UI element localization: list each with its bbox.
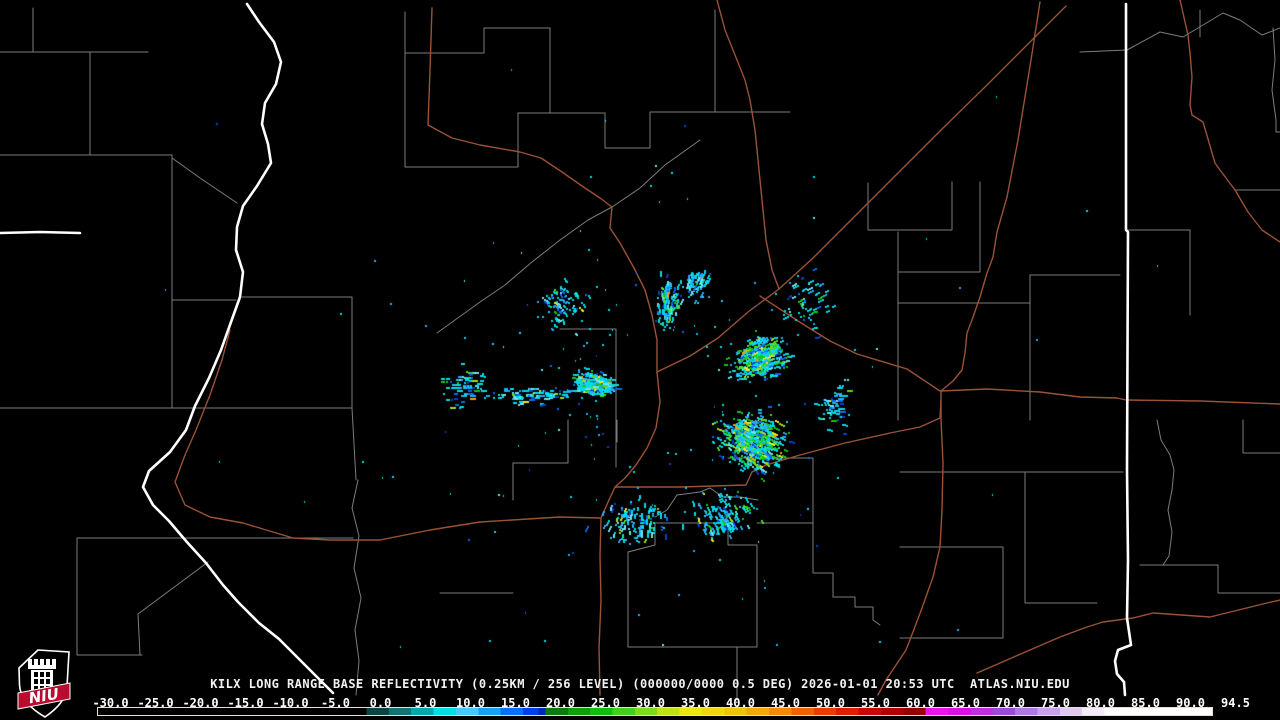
niu-logo: NIU: [17, 649, 71, 718]
scale-tick-label: 20.0: [546, 696, 575, 710]
radar-echoes: [0, 0, 1280, 720]
reflectivity-scale: -30.0 -25.0 -20.0 -15.0 -10.0 -5.0 0.0 5.0 10.0 1…: [0, 670, 1280, 720]
scale-tick-label: 35.0: [681, 696, 710, 710]
scale-tick-label: -10.0: [272, 696, 309, 710]
scale-tick-label: -25.0: [137, 696, 174, 710]
scale-tick-label: 90.0: [1176, 696, 1205, 710]
scale-tick-label: 15.0: [501, 696, 530, 710]
scale-tick-label: 80.0: [1086, 696, 1115, 710]
legend-footer: KILX LONG RANGE BASE REFLECTIVITY (0.25K…: [0, 670, 1280, 720]
scale-tick-label: 0.0: [369, 696, 392, 710]
scale-tick-label: 60.0: [906, 696, 935, 710]
scale-tick-label: 30.0: [636, 696, 665, 710]
scale-tick-label: -20.0: [182, 696, 219, 710]
scale-tick-label: 50.0: [816, 696, 845, 710]
scale-tick-label: 10.0: [456, 696, 485, 710]
scale-tick-label: -15.0: [227, 696, 264, 710]
scale-tick-label: 94.5: [1221, 696, 1250, 710]
scale-tick-label: 40.0: [726, 696, 755, 710]
scale-tick-label: 5.0: [414, 696, 437, 710]
scale-tick-label: 75.0: [1041, 696, 1070, 710]
scale-tick-label: 25.0: [591, 696, 620, 710]
radar-display: KILX LONG RANGE BASE REFLECTIVITY (0.25K…: [0, 0, 1280, 720]
scale-tick-label: 55.0: [861, 696, 890, 710]
scale-tick-label: 85.0: [1131, 696, 1160, 710]
scale-tick-label: -30.0: [92, 696, 129, 710]
scale-tick-label: 70.0: [996, 696, 1025, 710]
scale-tick-label: 65.0: [951, 696, 980, 710]
scale-tick-label: 45.0: [771, 696, 800, 710]
scale-tick-label: -5.0: [321, 696, 350, 710]
